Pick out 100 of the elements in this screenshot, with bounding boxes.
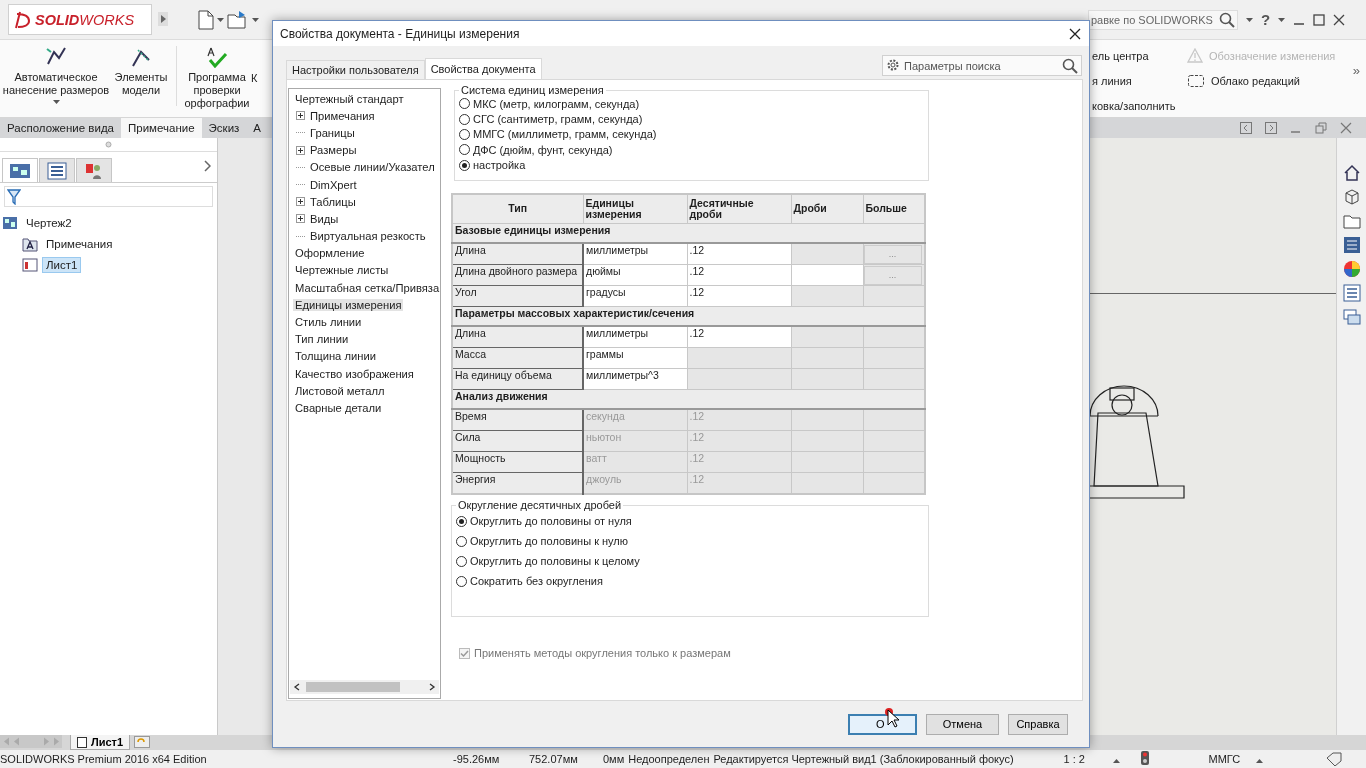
model-items-button[interactable]: Элементы модели (112, 46, 170, 97)
caret-icon[interactable] (1278, 17, 1286, 22)
radio-button[interactable] (459, 98, 470, 110)
cloud-icon (1187, 73, 1205, 88)
model-items-icon (130, 46, 152, 68)
tree-item[interactable]: Стиль линии (293, 316, 364, 329)
tree-item[interactable]: Оформление (293, 247, 367, 260)
dialog-tab[interactable]: Настройки пользователя (286, 60, 425, 79)
expand-icon[interactable] (296, 197, 305, 207)
search-field[interactable]: Параметры поиска (882, 55, 1082, 76)
radio-button[interactable] (459, 128, 470, 140)
chat-icon[interactable] (1342, 308, 1361, 326)
units-selector[interactable]: ММГС (1191, 753, 1257, 765)
caret-up-icon[interactable] (1256, 759, 1264, 763)
table-cell: Угол (452, 285, 583, 307)
tag-icon[interactable] (1326, 752, 1343, 766)
tree-item[interactable]: Единицы измерения (293, 298, 404, 311)
tree-item[interactable]: Листовой металл (293, 384, 387, 397)
close-icon (1069, 27, 1081, 40)
radio-button[interactable] (456, 575, 467, 587)
sheet-tab[interactable]: Лист1 (70, 735, 131, 750)
tree-item[interactable]: Качество изображения (293, 367, 416, 380)
traffic-light-icon[interactable] (1141, 751, 1150, 765)
tree-item[interactable]: Виртуальная резкость (308, 230, 428, 243)
caret-icon[interactable] (217, 17, 224, 22)
tree-item[interactable]: Тип линии (293, 333, 351, 346)
tree-item[interactable]: DimXpert (308, 178, 359, 191)
splitter-handle[interactable] (105, 141, 112, 148)
open-folder-icon[interactable] (227, 9, 249, 30)
panel-tab[interactable] (76, 158, 112, 182)
new-document-icon[interactable] (198, 9, 214, 30)
expand-icon[interactable] (296, 145, 305, 155)
tree-item[interactable]: Сварные детали (293, 401, 384, 414)
logo-panel[interactable]: SOLIDWORKS (8, 4, 152, 35)
tile-left-icon[interactable] (1240, 122, 1252, 134)
tree-item[interactable]: Чертежные листы (293, 264, 391, 277)
ok-button[interactable]: O (848, 713, 917, 735)
help-button[interactable]: Справка (1008, 713, 1068, 735)
maximize-icon[interactable] (1313, 13, 1326, 26)
radio-button[interactable] (456, 535, 467, 547)
tree-item[interactable]: Толщина линии (293, 350, 378, 363)
auto-dimension-button[interactable]: Автоматическое нанесение размеров (0, 46, 112, 104)
radio-button[interactable] (456, 515, 467, 527)
close-button[interactable] (1069, 27, 1081, 40)
tree-item[interactable]: Размеры (308, 144, 359, 157)
horizontal-scrollbar[interactable] (290, 680, 439, 694)
cube-icon[interactable] (1342, 188, 1361, 206)
filter-field[interactable] (4, 186, 213, 207)
tree-item[interactable]: Границы (308, 126, 357, 139)
ribbon-command[interactable]: ель центра (1092, 47, 1187, 64)
radio-label: Округлить до половины от нуля (470, 515, 632, 527)
ribbon-command[interactable]: Облако редакций (1187, 72, 1336, 89)
list-icon[interactable] (1342, 284, 1361, 302)
tree-item[interactable]: Чертеж2 (22, 214, 76, 231)
tile-right-icon[interactable] (1265, 122, 1277, 134)
color-wheel-icon[interactable] (1342, 260, 1361, 278)
filter-icon[interactable] (7, 188, 21, 205)
dialog-tab[interactable]: Свойства документа (424, 58, 542, 79)
panel-tab[interactable] (39, 158, 75, 182)
tree-item[interactable]: Чертежный стандарт (293, 92, 406, 105)
help-search-field[interactable]: равке по SOLIDWORKS (1088, 9, 1238, 30)
command-tab[interactable]: Эскиз (201, 118, 247, 138)
x-coordinate: -95.26мм (453, 753, 501, 765)
command-tab[interactable]: А (246, 118, 268, 138)
radio-button[interactable] (456, 555, 467, 567)
tree-item[interactable]: Осевые линии/Указател (308, 161, 437, 174)
tree-item[interactable]: Примечания (42, 235, 117, 252)
spell-check-button[interactable]: Программа проверки орфографии (183, 46, 251, 110)
search-icon[interactable] (1062, 58, 1078, 74)
overflow-chevron[interactable]: » (1352, 63, 1360, 78)
expand-icon[interactable] (296, 214, 305, 224)
table-cell: Мощность (452, 451, 583, 473)
chevron-right-icon[interactable] (203, 160, 211, 172)
tree-item[interactable]: Лист1 (42, 256, 82, 273)
ribbon-command[interactable]: я линия (1092, 72, 1187, 89)
close-icon[interactable] (1333, 13, 1346, 26)
home-icon[interactable] (1342, 164, 1361, 182)
caret-icon[interactable] (252, 17, 259, 22)
caret-icon[interactable] (52, 100, 60, 104)
caret-up-icon[interactable] (1113, 759, 1121, 763)
expand-icon[interactable] (296, 111, 305, 121)
expand-arrow-icon[interactable] (158, 11, 168, 26)
radio-button[interactable] (459, 144, 470, 156)
command-tab[interactable]: Расположение вида (0, 118, 121, 138)
radio-button[interactable] (459, 113, 470, 125)
radio-button[interactable] (459, 159, 470, 171)
cancel-button[interactable]: Отмена (926, 713, 999, 735)
ribbon-command[interactable]: ковка/заполнить (1092, 97, 1187, 114)
caret-icon[interactable] (1246, 17, 1253, 22)
search-icon[interactable] (1219, 11, 1235, 28)
tree-item[interactable]: Масштабная сетка/Привяза (293, 281, 440, 294)
column-header: Больше (863, 194, 925, 224)
folder-icon[interactable] (1342, 212, 1361, 230)
help-button[interactable]: ? (1261, 11, 1271, 28)
tree-item[interactable]: Виды (308, 212, 341, 225)
tree-item[interactable]: Таблицы (308, 195, 358, 208)
panel-tab[interactable] (2, 158, 38, 182)
tree-item[interactable]: Примечания (308, 109, 377, 122)
command-tab[interactable]: Примечание (121, 118, 202, 138)
ribbon-button[interactable]: К (251, 72, 265, 85)
